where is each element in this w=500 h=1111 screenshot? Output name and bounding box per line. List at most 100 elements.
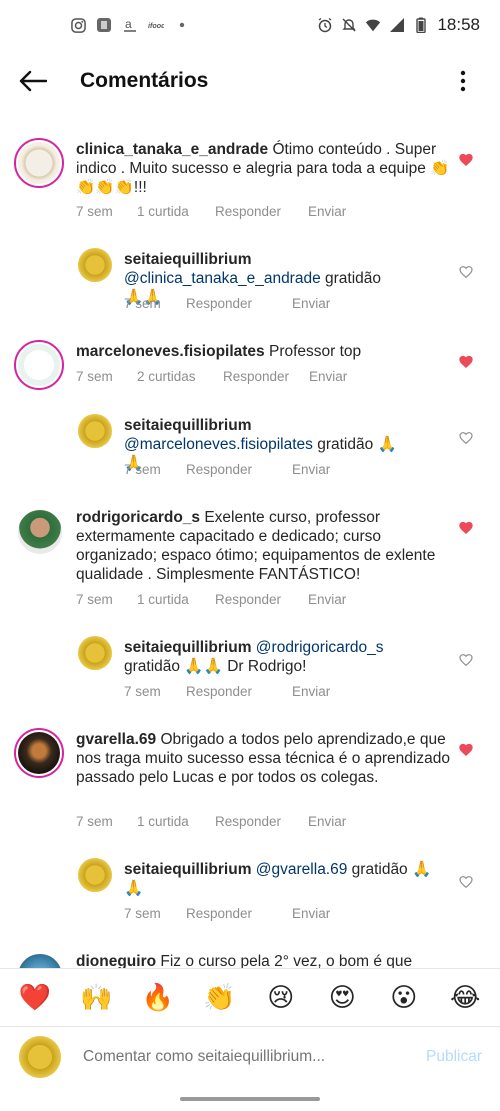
publish-button[interactable]: Publicar: [426, 1048, 482, 1066]
comment-username[interactable]: seitaiequillibrium: [124, 251, 251, 268]
comment-username[interactable]: gvarella.69: [76, 731, 156, 748]
emoji-clap-button[interactable]: 👏: [199, 982, 239, 1013]
reply-button[interactable]: Responder: [186, 684, 292, 699]
send-button[interactable]: Enviar: [292, 462, 330, 477]
clock: 18:58: [437, 15, 480, 34]
reply-button[interactable]: Responder: [186, 462, 292, 477]
reply-text: seitaiequillibrium @rodrigoricardo_s gra…: [124, 638, 404, 676]
mention-link[interactable]: @clinica_tanaka_e_andrade: [124, 270, 321, 287]
avatar[interactable]: [18, 954, 62, 968]
likes-count[interactable]: 1 curtida: [137, 204, 215, 219]
comment-body: Fiz o curso pela 2° vez, o bom é que: [156, 953, 413, 968]
send-button[interactable]: Enviar: [292, 906, 330, 921]
mention-link[interactable]: @rodrigoricardo_s: [256, 639, 384, 656]
comment-username[interactable]: clinica_tanaka_e_andrade: [76, 141, 268, 158]
heart-filled-icon[interactable]: [458, 520, 474, 536]
wifi-icon: [365, 17, 381, 33]
comment-meta: 7 sem Responder Enviar: [124, 296, 330, 311]
comment-text: clinica_tanaka_e_andrade Ótimo conteúdo …: [76, 140, 454, 197]
avatar[interactable]: [14, 340, 64, 390]
comment-text: rodrigoricardo_s Exelente curso, profess…: [76, 508, 454, 584]
comment-time: 7 sem: [76, 369, 113, 384]
avatar[interactable]: [14, 728, 64, 778]
heart-filled-icon[interactable]: [458, 742, 474, 758]
alarm-icon: [317, 17, 333, 33]
heart-outline-icon[interactable]: [458, 264, 474, 280]
reply-button[interactable]: Responder: [215, 204, 308, 219]
reply-button[interactable]: Responder: [186, 906, 292, 921]
emoji-raised-hands-button[interactable]: 🙌: [76, 982, 116, 1013]
mention-link[interactable]: @marceloneves.fisiopilates: [124, 436, 313, 453]
emoji-surprised-button[interactable]: 😮: [384, 982, 424, 1013]
emoji-fire-button[interactable]: 🔥: [138, 982, 178, 1013]
reply-button[interactable]: Responder: [215, 592, 308, 607]
comment-meta: 7 sem 1 curtida Responder Enviar: [76, 814, 346, 829]
comment-time: 7 sem: [124, 462, 161, 477]
comment-time: 7 sem: [76, 814, 113, 829]
comment-username[interactable]: seitaiequillibrium: [124, 417, 251, 434]
heart-filled-icon[interactable]: [458, 152, 474, 168]
emoji-heart-eyes-button[interactable]: 😍: [322, 982, 362, 1013]
system-icons: 18:58: [317, 15, 480, 35]
avatar[interactable]: [78, 858, 112, 892]
emoji-crying-button[interactable]: 😢: [261, 982, 301, 1013]
comment-body: Professor top: [264, 343, 362, 360]
app-icon: [96, 17, 112, 33]
send-button[interactable]: Enviar: [308, 592, 346, 607]
likes-count[interactable]: 1 curtida: [137, 592, 215, 607]
comment-text: gvarella.69 Obrigado a todos pelo aprend…: [76, 730, 454, 787]
avatar[interactable]: [78, 636, 112, 670]
send-button[interactable]: Enviar: [309, 369, 347, 384]
comment-time: 7 sem: [124, 906, 161, 921]
heart-outline-icon[interactable]: [458, 874, 474, 890]
comment-username[interactable]: rodrigoricardo_s: [76, 509, 200, 526]
comment-list[interactable]: clinica_tanaka_e_andrade Ótimo conteúdo …: [0, 126, 500, 968]
arrow-left-icon: [19, 70, 47, 92]
comment-text: marceloneves.fisiopilates Professor top: [76, 342, 454, 361]
amazon-icon: a: [122, 17, 138, 33]
comment-username[interactable]: seitaiequillibrium: [124, 861, 251, 878]
comment-username[interactable]: dioneguiro: [76, 953, 156, 968]
avatar: [19, 1035, 61, 1078]
reply-button[interactable]: Responder: [215, 814, 308, 829]
send-button[interactable]: Enviar: [292, 296, 330, 311]
svg-text:ifood: ifood: [148, 21, 164, 30]
heart-outline-icon[interactable]: [458, 652, 474, 668]
comment-username[interactable]: seitaiequillibrium: [124, 639, 251, 656]
avatar[interactable]: [18, 510, 62, 554]
reply-text: seitaiequillibrium @gvarella.69 gratidão…: [124, 860, 444, 898]
comment-meta: 7 sem Responder Enviar: [124, 462, 330, 477]
comment-meta: 7 sem Responder Enviar: [124, 684, 330, 699]
ifood-icon: ifood: [148, 17, 164, 33]
comment-time: 7 sem: [76, 592, 113, 607]
send-button[interactable]: Enviar: [308, 814, 346, 829]
likes-count[interactable]: 1 curtida: [137, 814, 215, 829]
comment-username[interactable]: marceloneves.fisiopilates: [76, 343, 265, 360]
likes-count[interactable]: 2 curtidas: [137, 369, 223, 384]
page-title: Comentários: [80, 69, 209, 92]
instagram-icon: [70, 17, 86, 33]
comment-time: 7 sem: [76, 204, 113, 219]
comment-composer: Publicar: [0, 1026, 500, 1086]
reply-button[interactable]: Responder: [186, 296, 292, 311]
comment-time: 7 sem: [124, 296, 161, 311]
send-button[interactable]: Enviar: [292, 684, 330, 699]
send-button[interactable]: Enviar: [308, 204, 346, 219]
avatar[interactable]: [14, 138, 64, 188]
emoji-heart-button[interactable]: ❤️: [15, 982, 55, 1013]
comment-input[interactable]: [83, 1047, 403, 1066]
reply-button[interactable]: Responder: [223, 369, 309, 384]
home-indicator[interactable]: [180, 1097, 320, 1101]
more-options-button[interactable]: [448, 66, 478, 96]
heart-outline-icon[interactable]: [458, 430, 474, 446]
comment-body: gratidão 🙏🙏 Dr Rodrigo!: [124, 658, 307, 675]
mention-link[interactable]: @gvarella.69: [256, 861, 348, 878]
avatar[interactable]: [78, 248, 112, 282]
emoji-laughing-button[interactable]: 😂: [445, 982, 485, 1013]
notification-icons: a ifood: [70, 17, 190, 33]
back-button[interactable]: [16, 64, 50, 98]
battery-icon: [413, 17, 429, 33]
heart-filled-icon[interactable]: [458, 354, 474, 370]
comment-meta: 7 sem Responder Enviar: [124, 906, 330, 921]
avatar[interactable]: [78, 414, 112, 448]
